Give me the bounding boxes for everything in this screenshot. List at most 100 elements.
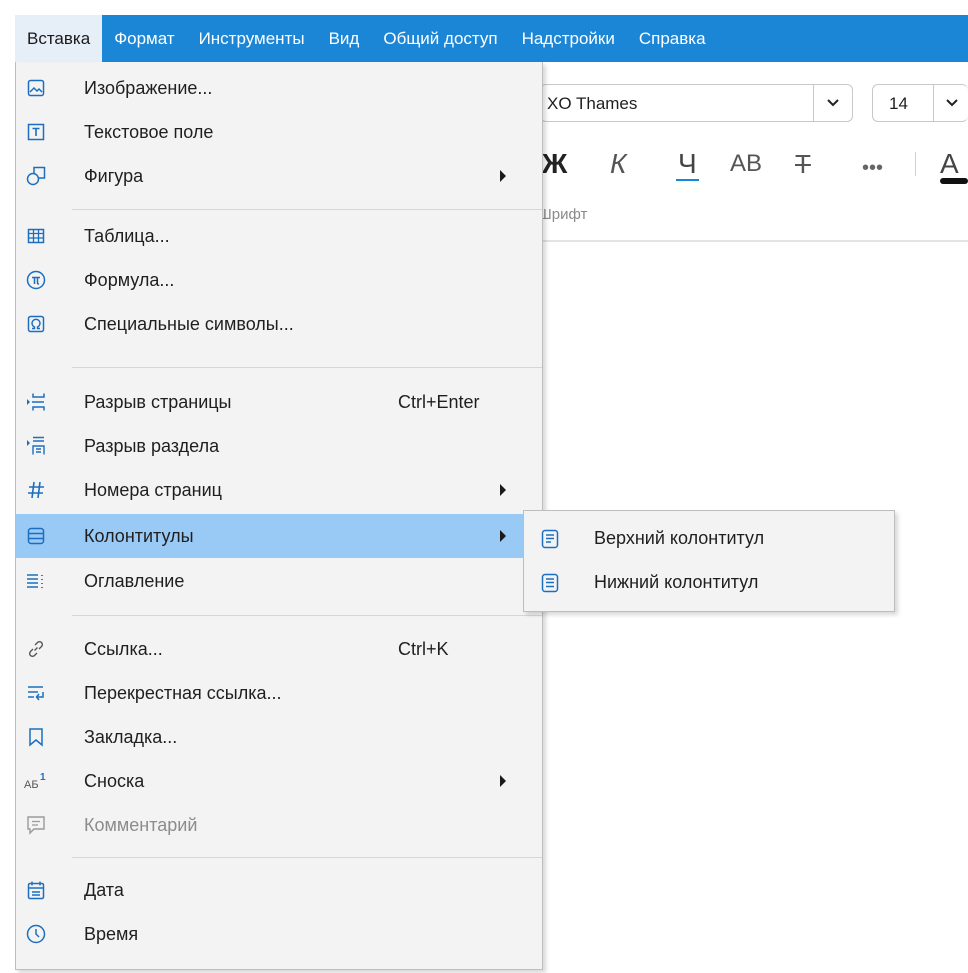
image-icon	[24, 76, 48, 100]
menu-separator	[72, 209, 542, 210]
more-button[interactable]: •••	[862, 150, 883, 186]
header-icon	[538, 527, 562, 551]
menu-item-label: Сноска	[84, 770, 145, 791]
menu-item-label: Формула...	[84, 269, 175, 290]
menu-separator	[72, 615, 542, 616]
caps-button[interactable]: АВ	[730, 146, 762, 182]
menu-item-label: Таблица...	[84, 225, 170, 246]
menu-separator	[72, 367, 542, 368]
chevron-down-icon[interactable]	[813, 85, 852, 121]
italic-button[interactable]: К	[610, 146, 627, 182]
menu-item-section-break[interactable]: Разрыв раздела	[16, 424, 542, 468]
cross-reference-icon	[24, 681, 48, 705]
toolbar-bottom-border	[530, 240, 968, 242]
menu-item-formula[interactable]: Формула...	[16, 258, 542, 302]
menu-item-label: Оглавление	[84, 570, 185, 591]
menu-item-label: Закладка...	[84, 726, 178, 747]
menu-item-image[interactable]: Изображение...	[16, 66, 542, 110]
menu-item-shortcut: Ctrl+Enter	[398, 391, 480, 412]
menu-item-label: Комментарий	[84, 814, 198, 835]
insert-dropdown-menu: Изображение... Текстовое поле Фигура Таб…	[15, 62, 543, 970]
font-color-swatch	[940, 178, 968, 184]
clock-icon	[24, 922, 48, 946]
submenu-item-footer[interactable]: Нижний колонтитул	[524, 561, 894, 605]
footer-icon	[538, 571, 562, 595]
svg-text:1: 1	[40, 772, 46, 783]
text-box-icon	[24, 120, 48, 144]
menu-item-cross-reference[interactable]: Перекрестная ссылка...	[16, 671, 542, 715]
bold-button[interactable]: Ж	[542, 146, 567, 182]
menu-item-label: Номера страниц	[84, 479, 222, 500]
menu-item-label: Перекрестная ссылка...	[84, 682, 282, 703]
menu-tools[interactable]: Инструменты	[187, 15, 317, 62]
toolbar-divider	[915, 152, 916, 176]
menu-item-label: Фигура	[84, 165, 144, 186]
link-icon	[24, 637, 48, 661]
menu-item-text-box[interactable]: Текстовое поле	[16, 110, 542, 154]
menu-item-label: Дата	[84, 879, 124, 900]
menu-view[interactable]: Вид	[317, 15, 372, 62]
submenu-item-label: Верхний колонтитул	[594, 528, 765, 548]
footnote-icon: АБ 1	[24, 769, 48, 793]
font-size-value: 14	[889, 94, 908, 113]
menu-item-shape[interactable]: Фигура	[16, 154, 542, 198]
menu-format[interactable]: Формат	[102, 15, 186, 62]
submenu-arrow-icon	[500, 170, 506, 182]
menu-item-page-break[interactable]: Разрыв страницы Ctrl+Enter	[16, 380, 542, 424]
section-break-icon	[24, 434, 48, 458]
menu-item-table[interactable]: Таблица...	[16, 214, 542, 258]
toc-icon	[24, 569, 48, 593]
bookmark-icon	[24, 725, 48, 749]
font-size-combo[interactable]: 14	[872, 84, 968, 122]
headers-footers-submenu: Верхний колонтитул Нижний колонтитул	[523, 510, 895, 612]
menu-item-toc[interactable]: Оглавление	[16, 559, 542, 603]
pi-formula-icon	[24, 268, 48, 292]
page-break-icon	[24, 390, 48, 414]
submenu-arrow-icon	[500, 484, 506, 496]
omega-icon	[24, 312, 48, 336]
underline-label: Ч	[676, 148, 699, 181]
submenu-item-header[interactable]: Верхний колонтитул	[524, 517, 894, 561]
font-color-button[interactable]: А	[940, 146, 959, 182]
menu-item-comment[interactable]: Комментарий	[16, 803, 542, 847]
menu-item-label: Ссылка...	[84, 638, 163, 659]
menu-item-label: Время	[84, 923, 139, 944]
menu-item-bookmark[interactable]: Закладка...	[16, 715, 542, 759]
menu-item-label: Специальные символы...	[84, 313, 294, 334]
calendar-icon	[24, 878, 48, 902]
menu-separator	[72, 857, 542, 858]
header-footer-icon	[24, 524, 48, 548]
menu-sharing[interactable]: Общий доступ	[371, 15, 509, 62]
comment-icon	[24, 813, 48, 837]
submenu-arrow-icon	[500, 775, 506, 787]
font-name-combo[interactable]: XO Thames	[540, 84, 853, 122]
font-name-value: XO Thames	[547, 94, 638, 113]
svg-text:АБ: АБ	[24, 779, 39, 791]
menu-item-label: Колонтитулы	[84, 525, 194, 546]
strikethrough-button[interactable]: Т	[795, 146, 811, 182]
hash-icon	[24, 478, 48, 502]
submenu-item-label: Нижний колонтитул	[594, 572, 759, 592]
shape-icon	[24, 164, 48, 188]
menubar: Вставка Формат Инструменты Вид Общий дос…	[15, 15, 968, 62]
underline-button[interactable]: Ч	[676, 146, 699, 182]
font-group-label: Шрифт	[538, 206, 588, 223]
menu-item-label: Изображение...	[84, 77, 213, 98]
menu-item-headers-footers[interactable]: Колонтитулы	[16, 514, 542, 558]
menu-item-special-symbols[interactable]: Специальные символы...	[16, 302, 542, 346]
menu-item-link[interactable]: Ссылка... Ctrl+K	[16, 627, 542, 671]
menu-item-footnote[interactable]: АБ 1 Сноска	[16, 759, 542, 803]
menu-item-date[interactable]: Дата	[16, 868, 542, 912]
menu-item-label: Разрыв страницы	[84, 391, 232, 412]
submenu-arrow-icon	[500, 530, 506, 542]
menu-help[interactable]: Справка	[627, 15, 718, 62]
menu-item-time[interactable]: Время	[16, 912, 542, 956]
menu-item-page-numbers[interactable]: Номера страниц	[16, 468, 542, 512]
menu-insert[interactable]: Вставка	[15, 15, 103, 62]
menu-item-label: Разрыв раздела	[84, 435, 220, 456]
table-icon	[24, 224, 48, 248]
menu-item-shortcut: Ctrl+K	[398, 638, 449, 659]
menu-item-label: Текстовое поле	[84, 121, 214, 142]
chevron-down-icon[interactable]	[933, 85, 968, 121]
menu-addons[interactable]: Надстройки	[510, 15, 627, 62]
